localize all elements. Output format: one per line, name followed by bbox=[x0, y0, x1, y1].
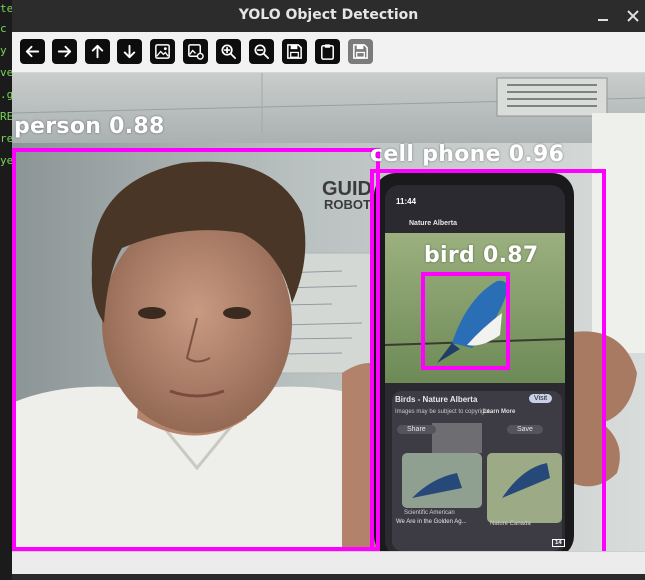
bird-detection-label: bird 0.87 bbox=[424, 243, 539, 268]
terminal-text: y bbox=[0, 44, 7, 57]
forward-arrow-icon[interactable] bbox=[52, 39, 77, 64]
camera-frame: GUID ROBOT 11:44 Nature Alberta Birds - … bbox=[12, 73, 645, 551]
minimize-icon[interactable] bbox=[595, 8, 611, 24]
zoom-out-icon[interactable] bbox=[249, 39, 274, 64]
cell-phone-detection-label: cell phone 0.96 bbox=[370, 142, 565, 167]
status-bar bbox=[12, 551, 645, 575]
window-bottom-edge bbox=[12, 574, 645, 580]
clipboard-icon[interactable] bbox=[315, 39, 340, 64]
person-detection-label: person 0.88 bbox=[14, 114, 165, 139]
down-arrow-icon[interactable] bbox=[117, 39, 142, 64]
save-disabled-icon bbox=[348, 39, 373, 64]
app-window: YOLO Object Detection GUID ROBOT 11:44 N… bbox=[12, 0, 645, 580]
person-bounding-box bbox=[12, 148, 380, 551]
save-icon[interactable] bbox=[282, 39, 307, 64]
bird-bounding-box bbox=[421, 272, 510, 370]
image-settings-icon[interactable] bbox=[183, 39, 208, 64]
title-bar[interactable]: YOLO Object Detection bbox=[12, 0, 645, 32]
window-title: YOLO Object Detection bbox=[238, 7, 419, 23]
up-arrow-icon[interactable] bbox=[85, 39, 110, 64]
toolbar bbox=[12, 32, 645, 73]
close-icon[interactable] bbox=[625, 8, 641, 24]
terminal-text: c bbox=[0, 22, 7, 35]
zoom-in-icon[interactable] bbox=[216, 39, 241, 64]
image-icon[interactable] bbox=[150, 39, 175, 64]
back-arrow-icon[interactable] bbox=[20, 39, 45, 64]
